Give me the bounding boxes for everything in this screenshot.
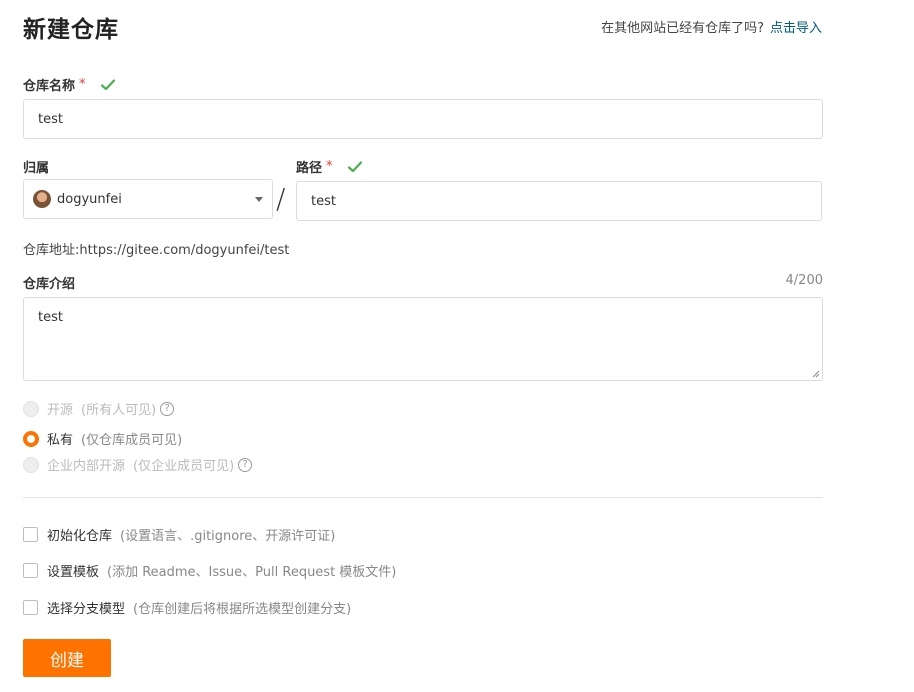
- path-input[interactable]: test: [296, 181, 822, 221]
- checkbox[interactable]: [23, 527, 38, 542]
- description-value: test: [38, 310, 63, 325]
- visibility-option-public[interactable]: 开源 (所有人可见) ?: [23, 399, 175, 418]
- option-desc: (添加 Readme、Issue、Pull Request 模板文件): [107, 565, 397, 580]
- page-title: 新建仓库: [23, 17, 119, 43]
- visibility-desc: (仅企业成员可见): [133, 459, 235, 474]
- resize-handle-icon[interactable]: [812, 370, 820, 378]
- option-init-repo[interactable]: 初始化仓库 (设置语言、.gitignore、开源许可证): [23, 525, 335, 544]
- check-icon: [100, 78, 115, 90]
- owner-value: dogyunfei: [57, 191, 122, 207]
- visibility-option-private[interactable]: 私有 (仅仓库成员可见): [23, 429, 182, 448]
- import-link[interactable]: 点击导入: [770, 21, 822, 36]
- visibility-label: 私有: [47, 433, 74, 448]
- visibility-desc: (所有人可见): [81, 403, 157, 418]
- visibility-label: 开源: [47, 403, 74, 418]
- option-label: 设置模板: [47, 565, 100, 580]
- owner-label: 归属: [23, 157, 49, 176]
- description-label: 仓库介绍: [23, 273, 75, 292]
- path-label-text: 路径: [296, 161, 323, 176]
- create-button[interactable]: 创建: [23, 639, 111, 677]
- description-counter: 4/200: [785, 273, 823, 288]
- visibility-desc: (仅仓库成员可见): [81, 433, 183, 448]
- visibility-label: 企业内部开源: [47, 459, 126, 474]
- description-textarea[interactable]: test: [23, 297, 823, 381]
- option-desc: (设置语言、.gitignore、开源许可证): [120, 529, 336, 544]
- radio-button-selected[interactable]: [23, 430, 39, 447]
- help-icon[interactable]: ?: [238, 457, 253, 472]
- option-label: 选择分支模型: [47, 602, 126, 617]
- avatar: [33, 190, 51, 208]
- option-template[interactable]: 设置模板 (添加 Readme、Issue、Pull Request 模板文件): [23, 561, 396, 580]
- import-prompt-text: 在其他网站已经有仓库了吗?: [601, 21, 764, 36]
- repo-address: 仓库地址:https://gitee.com/dogyunfei/test: [23, 243, 290, 258]
- caret-down-icon: [255, 197, 263, 202]
- option-desc: (仓库创建后将根据所选模型创建分支): [133, 602, 352, 617]
- checkbox[interactable]: [23, 563, 38, 578]
- import-prompt: 在其他网站已经有仓库了吗? 点击导入: [601, 17, 822, 36]
- divider: [23, 497, 823, 498]
- visibility-option-internal[interactable]: 企业内部开源 (仅企业成员可见) ?: [23, 455, 253, 474]
- repo-name-label: 仓库名称 *: [23, 75, 116, 94]
- owner-label-text: 归属: [23, 161, 50, 176]
- required-marker: *: [79, 77, 86, 92]
- option-label: 初始化仓库: [47, 529, 113, 544]
- required-marker: *: [326, 159, 333, 174]
- radio-button[interactable]: [23, 456, 39, 473]
- check-icon: [347, 160, 362, 172]
- path-label: 路径 *: [296, 157, 363, 176]
- path-separator: /: [276, 182, 286, 215]
- path-value: test: [311, 193, 336, 209]
- help-icon[interactable]: ?: [160, 401, 175, 416]
- owner-select[interactable]: dogyunfei: [23, 179, 273, 219]
- repo-name-value: test: [38, 111, 63, 127]
- option-branch-model[interactable]: 选择分支模型 (仓库创建后将根据所选模型创建分支): [23, 598, 351, 617]
- repo-name-input[interactable]: test: [23, 99, 823, 139]
- description-label-text: 仓库介绍: [23, 277, 76, 292]
- repo-name-label-text: 仓库名称: [23, 79, 76, 94]
- radio-button[interactable]: [23, 400, 39, 417]
- checkbox[interactable]: [23, 600, 38, 615]
